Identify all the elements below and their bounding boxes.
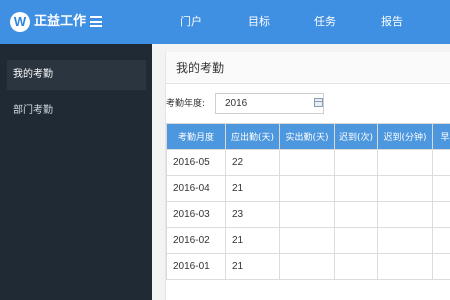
column-header[interactable]: 实出勤(天) xyxy=(279,123,335,150)
table-row[interactable]: 2016-05 22 xyxy=(166,149,450,176)
sidebar: 我的考勤 部门考勤 xyxy=(0,44,152,300)
table-cell xyxy=(279,149,335,176)
table-row[interactable]: 2016-02 21 xyxy=(166,227,450,254)
table-cell xyxy=(432,227,450,254)
logo-icon[interactable]: W xyxy=(10,12,30,32)
attendance-table: 考勤月度 应出勤(天) 实出勤(天) 迟到(次) 迟到(分钟) 早退 2016-… xyxy=(166,123,450,280)
table-cell: 2016-01 xyxy=(166,253,226,280)
brand-name[interactable]: 正益工作 xyxy=(34,11,86,33)
column-header[interactable]: 考勤月度 xyxy=(166,123,226,150)
column-header[interactable]: 迟到(次) xyxy=(334,123,378,150)
table-cell: 2016-05 xyxy=(166,149,226,176)
table-cell xyxy=(334,149,378,176)
table-cell: 23 xyxy=(225,201,280,228)
table-cell xyxy=(377,149,433,176)
top-bar: W 正益工作 门户 目标 任务 报告 xyxy=(0,0,450,44)
table-cell xyxy=(377,227,433,254)
year-input[interactable]: 2016 xyxy=(215,93,324,114)
table-row[interactable]: 2016-04 21 xyxy=(166,175,450,202)
table-cell xyxy=(432,201,450,228)
table-cell: 2016-03 xyxy=(166,201,226,228)
table-cell: 2016-02 xyxy=(166,227,226,254)
table-cell xyxy=(279,201,335,228)
nav-item-goals[interactable]: 目标 xyxy=(248,13,270,31)
table-row[interactable]: 2016-01 21 xyxy=(166,253,450,280)
table-cell xyxy=(334,175,378,202)
table-cell: 21 xyxy=(225,253,280,280)
menu-toggle-icon[interactable] xyxy=(90,16,102,27)
table-cell xyxy=(334,201,378,228)
table-cell: 21 xyxy=(225,227,280,254)
column-header[interactable]: 早退 xyxy=(432,123,450,150)
table-header-row: 考勤月度 应出勤(天) 实出勤(天) 迟到(次) 迟到(分钟) 早退 xyxy=(166,123,450,150)
sidebar-item-dept-attendance[interactable]: 部门考勤 xyxy=(7,96,146,126)
table-cell: 22 xyxy=(225,149,280,176)
table-cell xyxy=(279,175,335,202)
table-cell xyxy=(334,253,378,280)
nav-item-portal[interactable]: 门户 xyxy=(180,13,202,31)
table-cell: 21 xyxy=(225,175,280,202)
table-cell xyxy=(432,253,450,280)
nav-item-reports[interactable]: 报告 xyxy=(381,13,403,31)
year-label: 考勤年度: xyxy=(166,99,206,109)
column-header[interactable]: 迟到(分钟) xyxy=(377,123,433,150)
table-cell: 2016-04 xyxy=(166,175,226,202)
table-cell xyxy=(279,227,335,254)
page-title: 我的考勤 xyxy=(176,61,225,75)
table-row[interactable]: 2016-03 23 xyxy=(166,201,450,228)
table-cell xyxy=(279,253,335,280)
table-cell xyxy=(432,149,450,176)
table-cell xyxy=(432,175,450,202)
sidebar-item-my-attendance[interactable]: 我的考勤 xyxy=(7,60,146,90)
panel-header: 我的考勤 xyxy=(166,52,450,84)
table-cell xyxy=(377,201,433,228)
table-cell xyxy=(377,175,433,202)
column-header[interactable]: 应出勤(天) xyxy=(225,123,280,150)
table-cell xyxy=(377,253,433,280)
nav-item-tasks[interactable]: 任务 xyxy=(314,13,336,31)
table-cell xyxy=(334,227,378,254)
calendar-icon[interactable] xyxy=(314,98,323,107)
